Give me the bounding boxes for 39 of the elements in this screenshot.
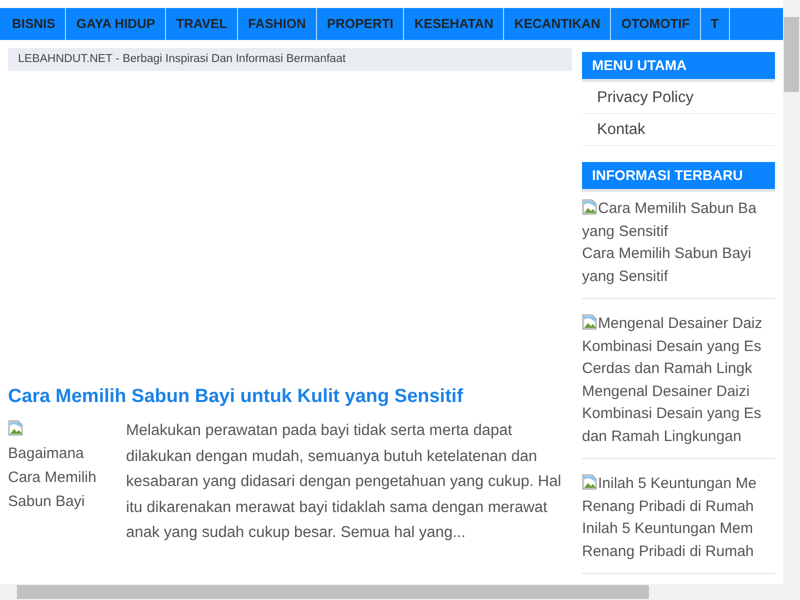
post-link[interactable]: Cara Memilih Sabun Bayi <box>582 243 775 266</box>
nav-link[interactable]: PROPERTI <box>316 8 404 40</box>
image-alt-text: Inilah 5 Keuntungan Me <box>598 475 756 492</box>
image-alt-text: Bagaimana Cara Memilih Sabun Bayi <box>8 444 98 512</box>
post-link[interactable]: Inilah 5 Keuntungan Mem <box>582 518 775 540</box>
site-tagline: LEBAHNDUT.NET - Berbagi Inspirasi Dan Informasi Bermanfaat <box>8 48 572 72</box>
nav-link[interactable]: KESEHATAN <box>404 8 504 40</box>
image-alt-text: yang Sensitif <box>582 222 669 242</box>
post-title-link[interactable]: Cara Memilih Sabun Bayi untuk Kulit yang Sensitif <box>8 386 464 408</box>
menu-link[interactable]: Privacy Policy <box>582 82 775 114</box>
vertical-scrollbar[interactable] <box>783 0 800 584</box>
scrollbar-thumb[interactable] <box>784 17 799 92</box>
menu-link[interactable]: Kontak <box>582 114 775 146</box>
post-link[interactable]: yang Sensitif <box>582 266 775 288</box>
nav-link[interactable]: FASHION <box>238 8 317 40</box>
nav-link[interactable]: KECANTIKAN <box>504 8 612 40</box>
broken-image-icon <box>582 199 598 215</box>
image-alt-text: Kombinasi Desain yang Es <box>582 336 762 356</box>
widget-heading: MENU UTAMA <box>582 52 775 82</box>
post-link[interactable]: Renang Pribadi di Rumah <box>582 540 775 563</box>
image-alt-text: Cara Memilih Sabun Ba <box>598 200 756 217</box>
nav-link[interactable]: GAYA HIDUP <box>66 8 166 40</box>
post-link[interactable]: Kombinasi Desain yang Es <box>582 403 775 426</box>
post-link[interactable]: Mengenal Desainer Daizi <box>582 380 775 403</box>
broken-image-icon <box>582 474 598 490</box>
image-alt-text: Renang Pribadi di Rumah <box>582 496 755 516</box>
nav-link[interactable]: BISNIS <box>0 8 66 40</box>
nav-link[interactable]: T <box>700 8 730 40</box>
post-link[interactable]: dan Ramah Lingkungan <box>582 426 775 448</box>
scrollbar-thumb[interactable] <box>17 585 649 599</box>
broken-image-icon <box>582 314 598 330</box>
nav-link[interactable]: OTOMOTIF <box>611 8 701 40</box>
image-alt-text: Cerdas dan Ramah Lingk <box>582 359 754 379</box>
widget-heading: INFORMASI TERBARU <box>582 162 775 192</box>
nav-link[interactable]: TRAVEL <box>166 8 238 40</box>
horizontal-scrollbar[interactable] <box>0 584 800 600</box>
post-excerpt: Melakukan perawatan pada bayi tidak serta merta dapat dilakukan dengan mudah, semuanya butuh ketelatenan dan kesabaran yang didasari dengan pengetahuan yang cukup. Hal itu dikarenakan merawat bayi tidaklah sama dengan merawat anak yang sudah cukup besar. Semua hal yang... <box>126 421 562 544</box>
broken-image-icon <box>8 420 24 436</box>
image-alt-text: Mengenal Desainer Daiz <box>598 315 762 332</box>
